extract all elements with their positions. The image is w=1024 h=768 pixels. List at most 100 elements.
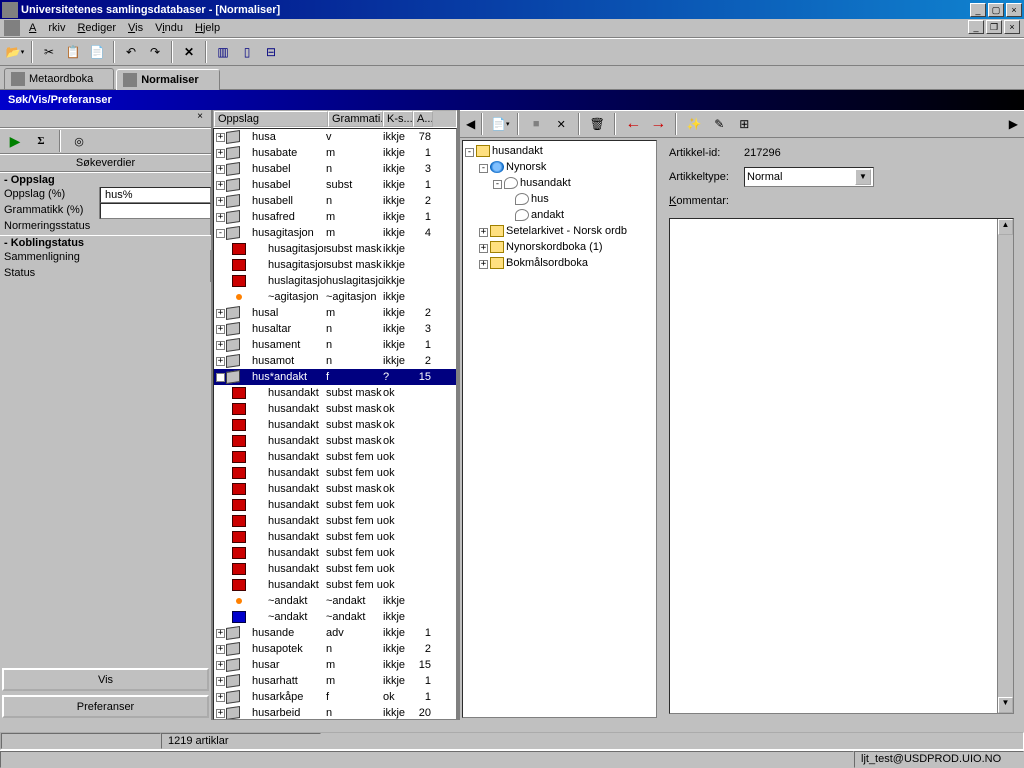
layout2-button[interactable]: ▯: [236, 41, 258, 63]
expand-icon[interactable]: +: [216, 357, 225, 366]
grid-row[interactable]: +husarkåpefok1: [214, 689, 456, 705]
grid-row[interactable]: +husalmikkje2: [214, 305, 456, 321]
tree-panel[interactable]: -husandakt -Nynorsk -husandakt hus andak…: [462, 140, 657, 718]
column-ks[interactable]: K-s...: [383, 111, 413, 127]
expand-icon[interactable]: +: [216, 341, 225, 350]
tree-button[interactable]: ⊞: [733, 113, 755, 135]
target-button[interactable]: ◎: [68, 130, 90, 152]
delete-button[interactable]: ✕: [178, 41, 200, 63]
expand-icon[interactable]: +: [216, 629, 225, 638]
grid-row[interactable]: husagitasjonsubst maskikkje: [214, 257, 456, 273]
wand-button[interactable]: ✨: [683, 113, 705, 135]
grid-row[interactable]: husandaktsubst fem utok: [214, 513, 456, 529]
grid-row[interactable]: husandaktsubst maskok: [214, 401, 456, 417]
grid-row[interactable]: ~andakt~andaktikkje: [214, 593, 456, 609]
copy-button[interactable]: 📋: [62, 41, 84, 63]
menu-vindu[interactable]: Vindu: [149, 21, 189, 35]
menu-hjelp[interactable]: Hjelp: [189, 21, 226, 35]
expand-icon[interactable]: +: [216, 325, 225, 334]
grid-body[interactable]: +husavikkje78+husabatemikkje1+husabelnik…: [213, 128, 457, 720]
expand-icon[interactable]: +: [216, 677, 225, 686]
grid-row[interactable]: +husamentnikkje1: [214, 337, 456, 353]
grid-row[interactable]: +husabellnikkje2: [214, 193, 456, 209]
grid-row[interactable]: +husarhattmikkje1: [214, 673, 456, 689]
grid-row[interactable]: +husabelsubstikkje1: [214, 177, 456, 193]
grid-row[interactable]: husandaktsubst fem utok: [214, 449, 456, 465]
grid-row[interactable]: +husafredmikkje1: [214, 209, 456, 225]
menu-rediger[interactable]: Rediger: [71, 21, 122, 35]
expand-icon[interactable]: +: [479, 260, 488, 269]
close-button[interactable]: ×: [1006, 3, 1022, 17]
scroll-down-button[interactable]: ▼: [998, 697, 1013, 713]
prev-button[interactable]: ←: [622, 113, 644, 135]
expand-icon[interactable]: +: [216, 181, 225, 190]
open-dropdown-button[interactable]: 📂▾: [4, 41, 26, 63]
minimize-button[interactable]: _: [970, 3, 986, 17]
grid-row[interactable]: ~agitasjon~agitasjonikkje: [214, 289, 456, 305]
cut-button[interactable]: ✂: [38, 41, 60, 63]
sigma-button[interactable]: Σ: [30, 130, 52, 152]
grid-row[interactable]: -husagitasjonmikkje4: [214, 225, 456, 241]
layout3-button[interactable]: ⊟: [260, 41, 282, 63]
trash-button[interactable]: 🗑: [586, 113, 608, 135]
grid-row[interactable]: -hus*andaktf?15: [214, 369, 456, 385]
expand-icon[interactable]: -: [493, 180, 502, 189]
grammatikk-input[interactable]: [100, 203, 211, 219]
grid-row[interactable]: +husabelnikkje3: [214, 161, 456, 177]
grid-row[interactable]: +husamotnikkje2: [214, 353, 456, 369]
chevron-down-icon[interactable]: ▼: [855, 169, 871, 185]
grid-row[interactable]: husandaktsubst maskok: [214, 417, 456, 433]
grid-row[interactable]: ~andakt~andaktikkje: [214, 609, 456, 625]
column-oppslag[interactable]: Oppslag: [214, 111, 328, 127]
expand-icon[interactable]: +: [216, 709, 225, 718]
stop-button[interactable]: ■: [525, 113, 547, 135]
expand-icon[interactable]: +: [216, 165, 225, 174]
grid-row[interactable]: +husarmikkje15: [214, 657, 456, 673]
expand-icon[interactable]: +: [216, 309, 225, 318]
expand-icon[interactable]: -: [479, 164, 488, 173]
run-search-button[interactable]: ▶: [4, 130, 26, 152]
grid-row[interactable]: +husaltarnikkje3: [214, 321, 456, 337]
vis-button[interactable]: Vis: [2, 668, 209, 691]
scroll-up-button[interactable]: ▲: [998, 219, 1013, 235]
expand-icon[interactable]: +: [216, 197, 225, 206]
expand-icon[interactable]: -: [216, 373, 225, 382]
grid-row[interactable]: husagitasjonsubst maskikkje: [214, 241, 456, 257]
next-button[interactable]: →: [647, 113, 669, 135]
expand-icon[interactable]: +: [216, 661, 225, 670]
expand-icon[interactable]: +: [216, 149, 225, 158]
tab-normaliser[interactable]: Normaliser: [116, 69, 219, 90]
expand-icon[interactable]: +: [216, 213, 225, 222]
expand-icon[interactable]: +: [216, 693, 225, 702]
grid-row[interactable]: +husarbeidnikkje20: [214, 705, 456, 720]
layout1-button[interactable]: ▥: [212, 41, 234, 63]
grid-row[interactable]: +husandeadvikkje1: [214, 625, 456, 641]
artikkeltype-combo[interactable]: Normal ▼: [744, 167, 874, 187]
oppslag-input[interactable]: hus%: [100, 187, 211, 203]
collapse-right-icon[interactable]: ▶: [1009, 117, 1018, 131]
expand-icon[interactable]: +: [479, 228, 488, 237]
remove-button[interactable]: ✕: [550, 113, 572, 135]
grid-row[interactable]: husandaktsubst fem utok: [214, 497, 456, 513]
column-a[interactable]: A...: [413, 111, 433, 127]
edit-button[interactable]: ✎: [708, 113, 730, 135]
undo-button[interactable]: ↶: [120, 41, 142, 63]
grid-row[interactable]: husandaktsubst fem utok: [214, 545, 456, 561]
grid-row[interactable]: +husapoteknikkje2: [214, 641, 456, 657]
grid-row[interactable]: +husavikkje78: [214, 129, 456, 145]
grid-row[interactable]: +husabatemikkje1: [214, 145, 456, 161]
grid-row[interactable]: husandaktsubst fem utok: [214, 561, 456, 577]
expand-icon[interactable]: +: [479, 244, 488, 253]
mdi-minimize-button[interactable]: _: [968, 20, 984, 34]
expand-icon[interactable]: +: [216, 133, 225, 142]
grid-row[interactable]: husandaktsubst fem utok: [214, 577, 456, 593]
expand-icon[interactable]: -: [465, 148, 474, 157]
maximize-button[interactable]: ▢: [988, 3, 1004, 17]
grid-row[interactable]: husandaktsubst fem utok: [214, 529, 456, 545]
redo-button[interactable]: ↷: [144, 41, 166, 63]
menu-arkiv[interactable]: Arkiv: [23, 21, 71, 35]
menu-vis[interactable]: Vis: [122, 21, 149, 35]
column-grammatikk[interactable]: Grammati...: [328, 111, 383, 127]
grid-row[interactable]: huslagitasjonhuslagitasjonikkje: [214, 273, 456, 289]
grid-row[interactable]: husandaktsubst maskok: [214, 385, 456, 401]
